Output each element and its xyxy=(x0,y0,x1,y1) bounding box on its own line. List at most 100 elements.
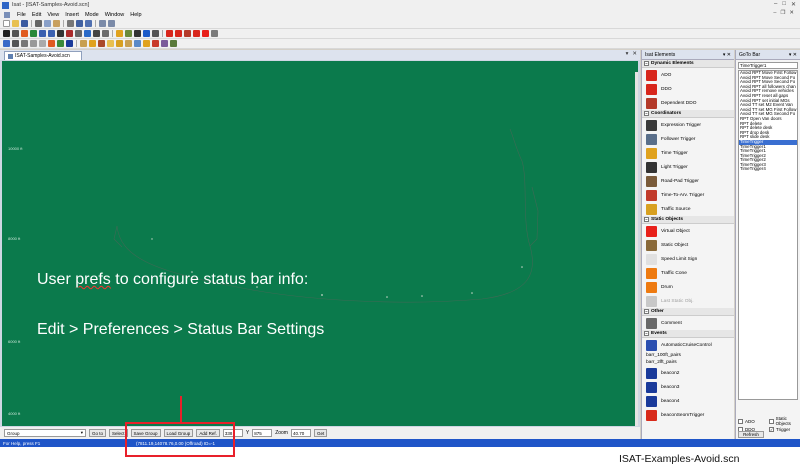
maximize-icon[interactable]: □ xyxy=(782,1,786,8)
menu-window[interactable]: Window xyxy=(105,12,125,18)
view-text-icon[interactable] xyxy=(30,40,37,47)
step-icon[interactable] xyxy=(152,30,159,37)
obj-2-icon[interactable] xyxy=(89,40,96,47)
element-item-beacon2[interactable]: beacon2 xyxy=(642,366,734,380)
element-item-expression-trigger[interactable]: Expression Trigger xyxy=(642,118,734,132)
virtual-object-tool-icon[interactable] xyxy=(202,30,209,37)
edit-path-icon[interactable] xyxy=(125,30,132,37)
ddo-tool-icon[interactable] xyxy=(175,30,182,37)
checkbox-box[interactable] xyxy=(738,418,743,424)
zoom-out-icon[interactable] xyxy=(48,30,55,37)
element-item-beacon4[interactable]: beacon4 xyxy=(642,394,734,408)
element-item-static-object[interactable]: Static Object xyxy=(642,238,734,252)
link-icon[interactable] xyxy=(93,30,100,37)
obj-9-icon[interactable] xyxy=(152,40,159,47)
element-item-road-pad-trigger[interactable]: Road-Pad Trigger xyxy=(642,174,734,188)
view-map-icon[interactable] xyxy=(57,40,64,47)
obj-5-icon[interactable] xyxy=(116,40,123,47)
menu-help[interactable]: Help xyxy=(130,12,141,18)
refresh-button[interactable]: Refresh xyxy=(738,431,764,438)
scenario-canvas[interactable]: 10000 ft 8000 ft 6000 ft 4000 ft xyxy=(2,61,638,426)
element-item-speed-limit-sign[interactable]: Speed Limit Sign xyxy=(642,252,734,266)
menu-mode[interactable]: Mode xyxy=(85,12,99,18)
obj-11-icon[interactable] xyxy=(170,40,177,47)
element-item-automaticcruisecontrol[interactable]: AutomaticCruiseControl xyxy=(642,338,734,352)
get-button[interactable]: Get xyxy=(313,429,328,437)
element-item-light-trigger[interactable]: Light Trigger xyxy=(642,160,734,174)
element-item-time-to-arv-trigger[interactable]: Time-To-Arv. Trigger xyxy=(642,188,734,202)
view-grid-icon[interactable] xyxy=(21,40,28,47)
undo-icon[interactable] xyxy=(99,20,106,27)
view-ruler-icon[interactable] xyxy=(39,40,46,47)
category-static-objects[interactable]: − Static Objects xyxy=(642,216,734,224)
group-select[interactable]: Group ▾ xyxy=(4,429,86,437)
terrain-icon[interactable] xyxy=(30,30,37,37)
goto-panel-close-icon[interactable]: ▾ ✕ xyxy=(789,52,797,58)
save-icon[interactable] xyxy=(21,20,28,27)
help-icon[interactable] xyxy=(76,20,83,27)
obj-4-icon[interactable] xyxy=(107,40,114,47)
category-coordinators[interactable]: − Coordinators xyxy=(642,110,734,118)
category-events[interactable]: − Events xyxy=(642,330,734,338)
new-file-icon[interactable] xyxy=(3,20,10,27)
obj-1-icon[interactable] xyxy=(80,40,87,47)
category-dynamic-elements[interactable]: − Dynamic Elements xyxy=(642,60,734,68)
element-item-comment[interactable]: Comment xyxy=(642,316,734,330)
dep-ddo-tool-icon[interactable] xyxy=(184,30,191,37)
checkbox-box[interactable] xyxy=(769,418,774,424)
element-item-drum[interactable]: Drum xyxy=(642,280,734,294)
obj-8-icon[interactable] xyxy=(143,40,150,47)
view-2d-icon[interactable] xyxy=(3,40,10,47)
path-icon[interactable] xyxy=(84,30,91,37)
goto-list[interactable]: Avoid RPT Move First Follow Avoid RPT Mov… xyxy=(738,70,798,400)
menu-edit[interactable]: Edit xyxy=(32,12,41,18)
context-help-icon[interactable] xyxy=(85,20,92,27)
measure-icon[interactable] xyxy=(57,30,64,37)
panel-pin-close-icon[interactable]: ▾ ✕ xyxy=(723,52,731,58)
doc-pin-icon[interactable]: ▾ xyxy=(626,51,629,57)
element-item-barr-100ft-pairs[interactable]: barr_100ft_pairs xyxy=(642,352,734,359)
zoom-input[interactable]: 40.70 xyxy=(290,429,311,437)
goto-search-input[interactable]: TimeTrigger1 xyxy=(738,62,798,69)
obj-3-icon[interactable] xyxy=(98,40,105,47)
goto-button[interactable]: Go to xyxy=(89,429,107,437)
vehicle-tool-icon[interactable] xyxy=(193,30,200,37)
cut-icon[interactable] xyxy=(35,20,42,27)
element-item-virtual-object[interactable]: Virtual Object xyxy=(642,224,734,238)
element-item-time-trigger[interactable]: Time Trigger xyxy=(642,146,734,160)
collapse-icon[interactable]: − xyxy=(644,331,649,336)
element-item-follower-trigger[interactable]: Follower Trigger xyxy=(642,132,734,146)
element-item-beaconseomtrigger[interactable]: beaconSeomTrigger xyxy=(642,408,734,422)
redo-icon[interactable] xyxy=(108,20,115,27)
tab-scenario-file[interactable]: ISAT-Samples-Avoid.scn xyxy=(4,51,82,60)
grid-icon[interactable] xyxy=(75,30,82,37)
menu-view[interactable]: View xyxy=(47,12,59,18)
element-item-traffic-cone[interactable]: Traffic Cone xyxy=(642,266,734,280)
checkbox-box[interactable]: ✓ xyxy=(769,427,774,432)
view-layers-icon[interactable] xyxy=(66,40,73,47)
collapse-icon[interactable]: − xyxy=(644,111,649,116)
doc-close-icon[interactable]: ✕ xyxy=(632,51,637,57)
element-item-traffic-source[interactable]: Traffic Source xyxy=(642,202,734,216)
element-item-last-static-obj[interactable]: Last Static Obj. xyxy=(642,294,734,308)
collapse-icon[interactable]: − xyxy=(644,217,649,222)
mdi-close-icon[interactable]: ✕ xyxy=(789,10,794,16)
more-tools-icon[interactable] xyxy=(211,30,218,37)
pan-icon[interactable] xyxy=(12,30,19,37)
run-icon[interactable] xyxy=(66,30,73,37)
menu-insert[interactable]: Insert xyxy=(65,12,79,18)
menu-file[interactable]: File xyxy=(17,12,26,18)
element-item-ado[interactable]: ADO xyxy=(642,68,734,82)
find-icon[interactable] xyxy=(102,30,109,37)
element-item-barr-2lft-pairs[interactable]: barr_2lft_pairs xyxy=(642,359,734,366)
obj-7-icon[interactable] xyxy=(134,40,141,47)
y-coordinate-input[interactable]: 875 xyxy=(252,429,273,437)
view-list-icon[interactable] xyxy=(12,40,19,47)
paste-icon[interactable] xyxy=(53,20,60,27)
ado-tool-icon[interactable] xyxy=(166,30,173,37)
highlight-icon[interactable] xyxy=(116,30,123,37)
obj-10-icon[interactable] xyxy=(161,40,168,47)
element-item-ddo[interactable]: DDO xyxy=(642,82,734,96)
play-icon[interactable] xyxy=(143,30,150,37)
collapse-icon[interactable]: − xyxy=(644,61,649,66)
